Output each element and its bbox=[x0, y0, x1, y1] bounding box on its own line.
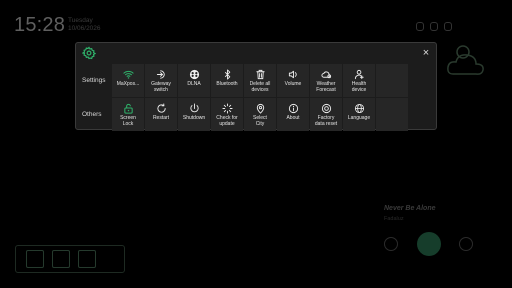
tile-label: Shutdown bbox=[182, 115, 206, 121]
tile-shutdown[interactable]: Shutdown bbox=[178, 98, 210, 131]
gear-icon bbox=[82, 46, 96, 60]
wifi-icon bbox=[122, 70, 134, 79]
date-weekday: Tuesday bbox=[68, 17, 93, 24]
tile-check-for-update[interactable]: Check for update bbox=[211, 98, 243, 131]
date: Tuesday 10/06/2026 bbox=[68, 17, 101, 33]
settings-row: Settings MaXpos... Gateway switch DLNA B… bbox=[76, 64, 436, 97]
now-playing: Never Be Alone Fadaluz bbox=[384, 205, 435, 222]
thermometer-icon bbox=[444, 22, 452, 31]
play-button bbox=[417, 232, 441, 256]
restart-icon bbox=[156, 103, 166, 113]
settings-tiles: MaXpos... Gateway switch DLNA Bluetooth … bbox=[112, 64, 408, 97]
clock: 15:28 bbox=[14, 14, 66, 36]
tile-health-device[interactable]: Health device bbox=[343, 64, 375, 97]
tile-empty bbox=[376, 64, 408, 97]
settings-panel: × Settings MaXpos... Gateway switch DLNA… bbox=[75, 42, 437, 131]
tile-label: Bluetooth bbox=[216, 81, 238, 87]
power-icon bbox=[189, 103, 199, 113]
trash-icon bbox=[255, 69, 265, 80]
tile-label: Check for update bbox=[216, 115, 238, 127]
dock-app-icon bbox=[78, 250, 96, 268]
tile-label: MaXpos... bbox=[116, 81, 140, 87]
others-row: Others Screen Lock Restart Shutdown Chec… bbox=[76, 98, 436, 131]
tile-screen-lock[interactable]: Screen Lock bbox=[112, 98, 144, 131]
tile-label: Delete all devices bbox=[249, 81, 271, 93]
close-button[interactable]: × bbox=[419, 46, 433, 60]
lock-icon bbox=[123, 103, 133, 114]
temperature-icon bbox=[430, 22, 438, 31]
media-controls bbox=[384, 232, 484, 256]
tile-label: Language bbox=[347, 115, 371, 121]
humidity-icon bbox=[416, 22, 424, 31]
tile-delete-all-devices[interactable]: Delete all devices bbox=[244, 64, 276, 97]
tile-empty bbox=[376, 98, 408, 131]
tile-about[interactable]: About bbox=[277, 98, 309, 131]
app-dock bbox=[15, 245, 125, 273]
tile-label: Health device bbox=[351, 81, 367, 93]
tile-volume[interactable]: Volume bbox=[277, 64, 309, 97]
tile-factory-data-reset[interactable]: Factory data reset bbox=[310, 98, 342, 131]
tile-bluetooth[interactable]: Bluetooth bbox=[211, 64, 243, 97]
weather-icon bbox=[320, 71, 331, 79]
dlna-icon bbox=[189, 69, 199, 80]
tile-dlna[interactable]: DLNA bbox=[178, 64, 210, 97]
tile-restart[interactable]: Restart bbox=[145, 98, 177, 131]
tile-language[interactable]: Language bbox=[343, 98, 375, 131]
date-day: 10/06/2026 bbox=[68, 25, 101, 32]
tile-label: Volume bbox=[284, 81, 302, 87]
weather-summary bbox=[416, 22, 452, 31]
tile-select-city[interactable]: Select City bbox=[244, 98, 276, 131]
bluetooth-icon bbox=[224, 69, 230, 80]
update-icon bbox=[221, 103, 233, 114]
previous-icon bbox=[384, 237, 398, 251]
tile-label: Factory data reset bbox=[314, 115, 338, 127]
dock-app-icon bbox=[26, 250, 44, 268]
tile-label: Screen Lock bbox=[120, 115, 136, 127]
tile-wifi[interactable]: MaXpos... bbox=[112, 64, 144, 97]
factory-reset-icon bbox=[321, 103, 331, 114]
dock-app-icon bbox=[52, 250, 70, 268]
tile-weather-forecast[interactable]: Weather Forecast bbox=[310, 64, 342, 97]
tile-label: DLNA bbox=[187, 81, 201, 87]
next-icon bbox=[459, 237, 473, 251]
tile-label: About bbox=[286, 115, 300, 121]
tile-label: Gateway switch bbox=[151, 81, 171, 93]
location-icon bbox=[256, 103, 264, 114]
volume-icon bbox=[288, 70, 297, 79]
tile-label: Weather Forecast bbox=[316, 81, 336, 93]
tile-label: Restart bbox=[152, 115, 170, 121]
close-icon: × bbox=[422, 47, 430, 59]
song-title: Never Be Alone bbox=[384, 205, 436, 212]
tile-label: Select City bbox=[253, 115, 267, 127]
gateway-switch-icon bbox=[156, 70, 165, 79]
song-artist: Fadaluz bbox=[384, 216, 404, 222]
panel-header: × bbox=[76, 43, 436, 63]
cloud-sun-icon bbox=[447, 45, 484, 75]
tile-gateway-switch[interactable]: Gateway switch bbox=[145, 64, 177, 97]
info-icon bbox=[288, 103, 298, 114]
health-device-icon bbox=[354, 69, 364, 80]
others-tiles: Screen Lock Restart Shutdown Check for u… bbox=[112, 98, 408, 131]
globe-icon bbox=[354, 103, 364, 114]
